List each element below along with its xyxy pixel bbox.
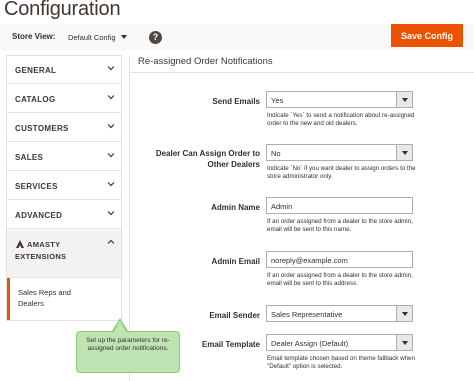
sidebar-item-catalog[interactable]: CATALOG xyxy=(7,85,121,113)
section-title: Re-assigned Order Notifications xyxy=(138,56,273,67)
page-title: Configuration xyxy=(4,0,121,20)
admin-name-value: Admin xyxy=(271,202,293,211)
dealer-assign-select[interactable]: No xyxy=(266,144,413,161)
sidebar-item-label: GENERAL xyxy=(15,66,57,75)
admin-name-label: Admin Name xyxy=(211,203,260,212)
email-sender-select[interactable]: Sales Representative xyxy=(266,305,413,322)
dealer-assign-value: No xyxy=(271,149,281,158)
sidebar-item-label: SERVICES xyxy=(15,182,58,191)
sidebar-subitem-sales-reps-dealers[interactable]: Sales Reps and Dealers xyxy=(7,278,121,320)
sidebar-item-label: ADVANCED xyxy=(15,211,63,220)
email-template-value: Dealer Assign (Default) xyxy=(271,339,349,348)
email-sender-value: Sales Representative xyxy=(271,310,343,319)
admin-name-input[interactable]: Admin xyxy=(266,197,413,214)
config-sidebar: GENERAL CATALOG CUSTOMERS SALES SERVICES… xyxy=(6,55,122,321)
sidebar-item-general[interactable]: GENERAL xyxy=(7,56,121,84)
dropdown-arrow-icon xyxy=(396,145,412,160)
dropdown-arrow-icon xyxy=(396,92,412,107)
caret-down-icon xyxy=(120,35,127,39)
sidebar-item-label: SALES xyxy=(15,153,44,162)
tooltip-arrow-fill xyxy=(114,320,126,332)
chevron-down-icon xyxy=(107,95,115,100)
store-view-label: Store View: xyxy=(12,32,56,41)
chevron-up-icon xyxy=(107,239,115,244)
admin-name-note: If an order assigned from a dealer to th… xyxy=(267,218,413,233)
help-icon[interactable]: ? xyxy=(149,31,162,44)
sidebar-subitem-label: Sales Reps and Dealers xyxy=(18,288,71,308)
save-config-button[interactable]: Save Config xyxy=(391,24,463,47)
sidebar-item-services[interactable]: SERVICES xyxy=(7,172,121,200)
send-emails-value: Yes xyxy=(271,96,284,105)
amasty-label-line2: EXTENSIONS xyxy=(15,252,67,261)
sidebar-item-amasty-extensions[interactable]: AMASTY EXTENSIONS xyxy=(7,230,121,278)
sidebar-item-customers[interactable]: CUSTOMERS xyxy=(7,114,121,142)
email-template-select[interactable]: Dealer Assign (Default) xyxy=(266,334,413,351)
chevron-down-icon xyxy=(107,66,115,71)
email-sender-label: Email Sender xyxy=(209,311,260,320)
chevron-down-icon xyxy=(107,211,115,216)
sidebar-item-label: CATALOG xyxy=(15,95,56,104)
chevron-down-icon xyxy=(107,153,115,158)
store-view-switcher[interactable]: Default Config xyxy=(64,28,131,46)
chevron-down-icon xyxy=(107,182,115,187)
dealer-assign-label-line1: Dealer Can Assign Order to xyxy=(155,149,260,158)
amasty-label-line1: AMASTY xyxy=(27,240,61,249)
dealer-assign-note: Indicate `No` if you want dealer to assi… xyxy=(267,165,416,180)
dealer-assign-label-line2: Other Dealers xyxy=(207,160,260,169)
dropdown-arrow-icon xyxy=(396,306,412,321)
store-view-value: Default Config xyxy=(68,32,116,42)
sidebar-item-advanced[interactable]: ADVANCED xyxy=(7,201,121,229)
admin-email-label: Admin Email xyxy=(211,257,260,266)
admin-email-input[interactable]: noreply@example.com xyxy=(266,251,413,268)
dealer-assign-label: Dealer Can Assign Order to Other Dealers xyxy=(140,148,260,170)
sidebar-item-sales[interactable]: SALES xyxy=(7,143,121,171)
email-template-note: Email template chosen based on theme fal… xyxy=(267,355,415,370)
dropdown-arrow-icon xyxy=(396,335,412,350)
sidebar-item-label: CUSTOMERS xyxy=(15,124,69,133)
send-emails-note: Indicate `Yes` to send a notification ab… xyxy=(267,112,415,127)
send-emails-select[interactable]: Yes xyxy=(266,91,413,108)
admin-email-note: If an order assigned from a dealer to th… xyxy=(267,272,413,287)
section-divider xyxy=(130,72,474,73)
amasty-logo-icon xyxy=(16,240,24,248)
send-emails-label: Send Emails xyxy=(212,97,260,106)
admin-email-value: noreply@example.com xyxy=(271,256,348,265)
chevron-down-icon xyxy=(107,124,115,129)
help-tooltip: Set up the parameters for re-assigned or… xyxy=(76,331,180,373)
